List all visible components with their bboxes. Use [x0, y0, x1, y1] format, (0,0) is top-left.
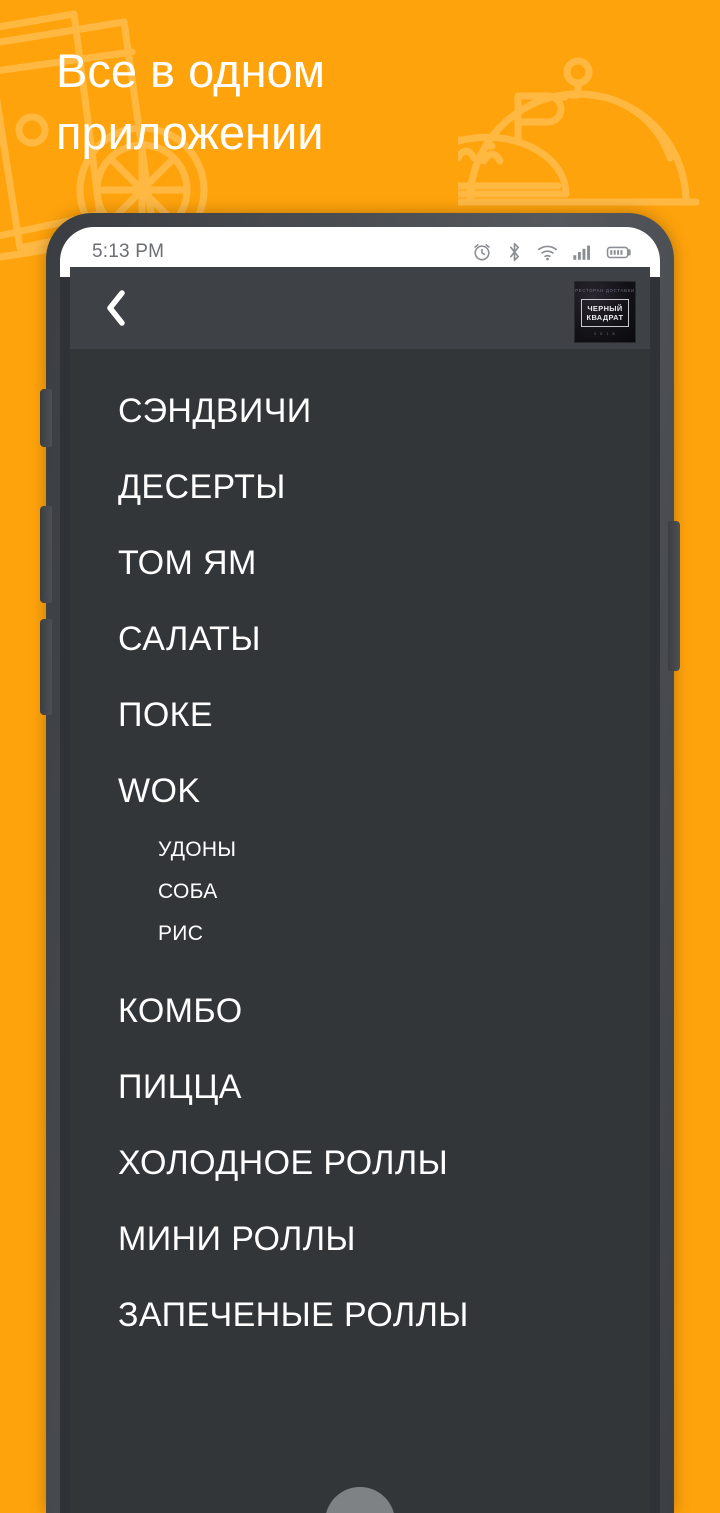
chevron-left-icon [107, 290, 125, 326]
menu-item[interactable]: САЛАТЫ [70, 601, 650, 677]
phone-side-button-top-left[interactable] [40, 389, 52, 447]
menu-sub-item[interactable]: РИС [70, 913, 650, 955]
back-button[interactable] [84, 267, 148, 349]
floating-action-button[interactable] [325, 1487, 395, 1513]
menu-item[interactable]: ДЕСЕРТЫ [70, 449, 650, 525]
brand-logo-top-text: РЕСТОРАН ДОСТАВКИ [575, 288, 635, 293]
menu-sub-item[interactable]: УДОНЫ [70, 829, 650, 871]
menu-item[interactable]: СЭНДВИЧИ [70, 373, 650, 449]
alarm-icon [474, 244, 490, 261]
phone-volume-up-button[interactable] [40, 506, 52, 603]
menu-item[interactable]: КОМБО [70, 973, 650, 1049]
phone-bezel: 5:13 PM РЕСТОРАН ДОСТАВКИ ЧЕРНЫЙ КВАДРАТ… [60, 227, 660, 1513]
bluetooth-icon [510, 242, 519, 262]
battery-icon [606, 246, 631, 259]
category-menu-list: СЭНДВИЧИ ДЕСЕРТЫ ТОМ ЯМ САЛАТЫ ПОКЕ WOK УДОНЫ С… [70, 349, 650, 1513]
cellular-signal-icon [573, 245, 591, 260]
menu-section-gap [70, 955, 650, 973]
app-screen: РЕСТОРАН ДОСТАВКИ ЧЕРНЫЙ КВАДРАТ 2 0 1 8… [70, 267, 650, 1513]
wifi-icon [538, 245, 557, 261]
brand-logo[interactable]: РЕСТОРАН ДОСТАВКИ ЧЕРНЫЙ КВАДРАТ 2 0 1 8 [574, 281, 636, 343]
menu-item[interactable]: WOK [70, 753, 650, 829]
status-bar-icons [471, 241, 632, 263]
app-toolbar: РЕСТОРАН ДОСТАВКИ ЧЕРНЫЙ КВАДРАТ 2 0 1 8 [70, 267, 650, 349]
menu-item[interactable]: МИНИ РОЛЛЫ [70, 1201, 650, 1277]
menu-item[interactable]: ЗАПЕЧЕНЫЕ РОЛЛЫ [70, 1277, 650, 1353]
phone-device-frame: 5:13 PM РЕСТОРАН ДОСТАВКИ ЧЕРНЫЙ КВАДРАТ… [40, 213, 680, 1513]
brand-logo-box: ЧЕРНЫЙ КВАДРАТ [580, 299, 630, 327]
brand-logo-bottom-text: 2 0 1 8 [593, 331, 617, 336]
menu-item[interactable]: ПИЦЦА [70, 1049, 650, 1125]
menu-item[interactable]: ТОМ ЯМ [70, 525, 650, 601]
menu-sub-item[interactable]: СОБА [70, 871, 650, 913]
menu-item[interactable]: ПОКЕ [70, 677, 650, 753]
menu-item[interactable]: ХОЛОДНОЕ РОЛЛЫ [70, 1125, 650, 1201]
promo-headline: Все в одном приложении [56, 44, 326, 159]
phone-volume-down-button[interactable] [40, 619, 52, 715]
status-bar-time: 5:13 PM [92, 241, 165, 262]
phone-power-button[interactable] [668, 521, 680, 671]
brand-logo-line2: КВАДРАТ [586, 313, 624, 322]
brand-logo-line1: ЧЕРНЫЙ [587, 304, 623, 313]
